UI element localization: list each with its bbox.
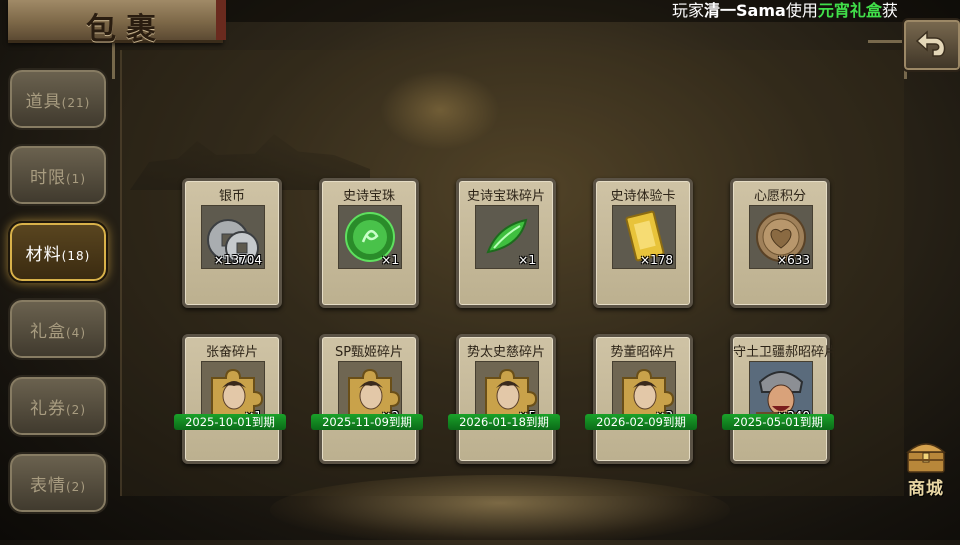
tab-count: (2) bbox=[66, 402, 86, 417]
shop-label: 商城 bbox=[908, 479, 944, 499]
tab-label-text: 表情 bbox=[30, 475, 66, 496]
tab-label: 材料(18) bbox=[26, 240, 91, 265]
item-card[interactable]: 势董昭碎片×3 bbox=[593, 334, 693, 464]
item-card[interactable]: 势太史慈碎片×5 bbox=[456, 334, 556, 464]
item-name: 史诗宝珠 bbox=[342, 189, 395, 204]
expiry-badge: 2025-05-01到期 bbox=[722, 414, 834, 430]
ticker-prefix: 玩家 bbox=[672, 1, 705, 20]
tab-count: (21) bbox=[61, 95, 91, 110]
tab-label-text: 礼盒 bbox=[30, 321, 66, 342]
tab-label-text: 礼券 bbox=[30, 398, 66, 419]
expiry-badge: 2026-01-18到期 bbox=[448, 414, 560, 430]
item-icon-frame: ×178 bbox=[612, 205, 676, 269]
item-card[interactable]: 张奋碎片×1 bbox=[182, 334, 282, 464]
item-quantity: ×13704 bbox=[213, 253, 262, 267]
tab-5[interactable]: 表情(2) bbox=[8, 452, 108, 514]
tab-1[interactable]: 时限(1) bbox=[8, 144, 108, 206]
item-card[interactable]: 银币 ×13704 bbox=[182, 178, 282, 308]
tab-label: 礼盒(4) bbox=[30, 317, 86, 342]
item-quantity: ×178 bbox=[640, 253, 673, 267]
page-title: 包裹 bbox=[86, 12, 166, 47]
ticker-player-name: 清一Sama bbox=[704, 1, 786, 20]
tab-count: (18) bbox=[61, 248, 91, 263]
tab-label: 时限(1) bbox=[30, 163, 86, 188]
item-quantity: ×1 bbox=[518, 253, 536, 267]
item-name: 史诗体验卡 bbox=[610, 189, 676, 204]
item-card[interactable]: SP甄姬碎片×2 bbox=[319, 334, 419, 464]
ticker-suffix: 获 bbox=[881, 1, 898, 20]
tab-label: 表情(2) bbox=[30, 471, 86, 496]
item-card[interactable]: 史诗体验卡 ×178 bbox=[593, 178, 693, 308]
title-plate: 包裹 bbox=[8, 0, 226, 47]
back-arrow-icon bbox=[915, 30, 946, 57]
item-name: 守土卫疆郝昭碎片 bbox=[733, 345, 838, 360]
tab-count: (1) bbox=[66, 171, 86, 186]
ticker-middle: 使用 bbox=[785, 1, 818, 20]
ticker-gift-name: 元宵礼盒 bbox=[817, 1, 882, 20]
item-name: 势太史慈碎片 bbox=[466, 345, 545, 360]
item-icon-frame: ×1 bbox=[475, 205, 539, 269]
item-quantity: ×633 bbox=[777, 253, 810, 267]
tab-label-text: 材料 bbox=[25, 244, 62, 265]
tab-label-text: 道具 bbox=[25, 91, 62, 112]
tab-3[interactable]: 礼盒(4) bbox=[8, 298, 108, 360]
item-card[interactable]: 心愿积分 ×633 bbox=[730, 178, 830, 308]
tab-label: 道具(21) bbox=[26, 87, 91, 112]
tab-label: 礼券(2) bbox=[30, 394, 86, 419]
item-card[interactable]: 守土卫疆郝昭碎片×240 bbox=[730, 334, 838, 464]
item-quantity: ×1 bbox=[381, 253, 399, 267]
tab-label-text: 时限 bbox=[30, 167, 66, 188]
item-name: 银币 bbox=[218, 189, 245, 204]
expiry-badge: 2025-10-01到期 bbox=[174, 414, 286, 430]
item-icon-frame: ×633 bbox=[749, 205, 813, 269]
item-icon-frame: ×1 bbox=[338, 205, 402, 269]
expiry-badge: 2025-11-09到期 bbox=[311, 414, 423, 430]
item-name: 势董昭碎片 bbox=[610, 345, 676, 360]
item-card[interactable]: 史诗宝珠碎片 ×1 bbox=[456, 178, 556, 308]
shop-button[interactable]: 商城 bbox=[896, 438, 956, 499]
item-icon-frame: ×13704 bbox=[201, 205, 265, 269]
tab-0[interactable]: 道具(21) bbox=[8, 68, 108, 130]
expiry-badge: 2026-02-09到期 bbox=[585, 414, 697, 430]
tab-2[interactable]: 材料(18) bbox=[8, 221, 108, 283]
item-name: 张奋碎片 bbox=[205, 345, 258, 360]
treasure-chest-icon bbox=[906, 443, 946, 473]
back-button[interactable] bbox=[902, 18, 960, 72]
item-name: SP甄姬碎片 bbox=[334, 345, 404, 360]
announcement-ticker: 玩家清一Sama使用元宵礼盒获 bbox=[672, 0, 898, 22]
item-name: 史诗宝珠碎片 bbox=[466, 189, 545, 204]
tab-count: (2) bbox=[66, 479, 86, 494]
item-card[interactable]: 史诗宝珠 ×1 bbox=[319, 178, 419, 308]
tab-count: (4) bbox=[66, 325, 86, 340]
tab-4[interactable]: 礼券(2) bbox=[8, 375, 108, 437]
item-name: 心愿积分 bbox=[753, 189, 806, 204]
